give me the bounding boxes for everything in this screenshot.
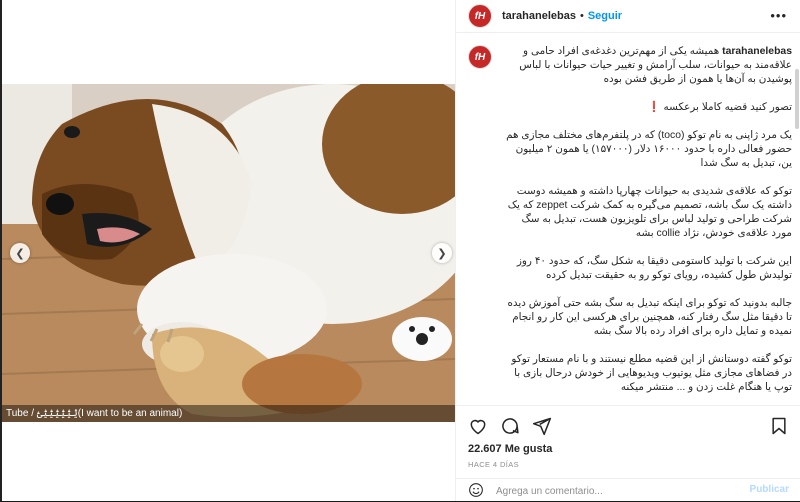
post-timestamp[interactable]: HACE 4 DÍAS	[468, 460, 519, 469]
post-media: Tube / ؿؿؿؿؿؿؿ(I want to be an animal) ❮…	[2, 0, 455, 501]
publish-button[interactable]: Publicar	[750, 484, 789, 495]
more-horizontal-icon[interactable]: •••	[770, 8, 787, 23]
chevron-left-icon[interactable]: ❮	[10, 243, 30, 263]
heart-icon[interactable]	[468, 416, 488, 436]
video-source-caption: Tube / ؿؿؿؿؿؿؿ(I want to be an animal)	[2, 405, 455, 422]
post-details-panel: fH tarahanelebas • Seguir ••• fH tarahan…	[455, 0, 800, 501]
caption-avatar[interactable]: fH	[468, 45, 492, 69]
post-header: fH tarahanelebas • Seguir •••	[456, 0, 800, 33]
likes-count[interactable]: 22.607 Me gusta	[468, 443, 552, 455]
caption-text: tarahanelebas همیشه یکی از مهم‌ترین دغدغ…	[502, 45, 792, 405]
username-link[interactable]: tarahanelebas	[502, 10, 576, 22]
caption-username[interactable]: tarahanelebas	[722, 46, 792, 57]
comment-input[interactable]	[496, 483, 746, 499]
share-icon[interactable]	[532, 416, 552, 436]
comments-section[interactable]: fH tarahanelebas همیشه یکی از مهم‌ترین د…	[456, 33, 800, 405]
caption-body: همیشه یکی از مهم‌ترین دغدغه‌ی افراد حامی…	[506, 46, 792, 393]
comment-icon[interactable]	[500, 416, 520, 436]
chevron-right-icon[interactable]: ❯	[432, 243, 452, 263]
action-icons	[468, 416, 552, 436]
scrollbar[interactable]	[795, 69, 799, 129]
avatar[interactable]: fH	[468, 4, 492, 28]
post-photo	[2, 84, 455, 422]
post-actions: 22.607 Me gusta HACE 4 DÍAS Publicar	[456, 405, 800, 501]
emoji-icon[interactable]	[468, 482, 484, 498]
bookmark-icon[interactable]	[769, 416, 789, 436]
separator-dot: •	[579, 10, 584, 22]
comment-bar: Publicar	[456, 478, 800, 502]
follow-button[interactable]: Seguir	[588, 10, 622, 22]
